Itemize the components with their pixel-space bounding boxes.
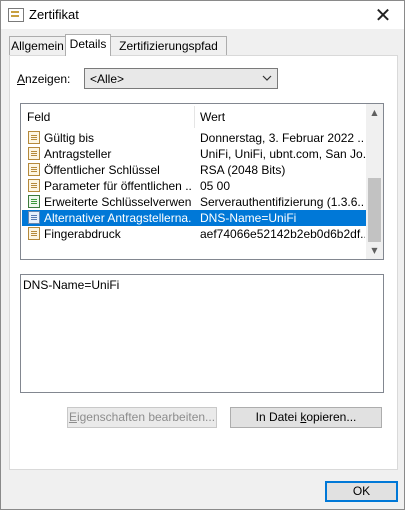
close-icon[interactable]: ✕ [368,2,398,28]
field-name: Alternativer Antragstellerna... [44,211,192,225]
show-label: Anzeigen: [17,72,71,86]
scroll-down-icon[interactable]: ▼ [366,242,383,259]
list-item[interactable]: Parameter für öffentlichen ... 05 00 [22,178,367,194]
field-value: Serverauthentifizierung (1.3.6.... [200,195,365,209]
list-scrollbar[interactable]: ▲ ▼ [366,104,383,259]
tab-details[interactable]: Details [65,34,111,56]
field-name: Gültig bis [44,131,95,145]
list-item[interactable]: Fingerabdruck aef74066e52142b2eb0d6b2df.… [22,226,367,242]
detail-textbox[interactable]: DNS-Name=UniFi [20,274,384,393]
certificate-window: Zertifikat ✕ Allgemein Details Zertifizi… [0,0,405,510]
field-value: DNS-Name=UniFi [200,211,297,225]
column-header-value[interactable]: Wert [200,104,225,130]
chevron-down-icon [262,75,272,81]
field-list[interactable]: Feld Wert Gültig bis Donnerstag, 3. Febr… [20,103,384,260]
field-value: Donnerstag, 3. Februar 2022 ... [200,131,365,145]
tab-certification-path[interactable]: Zertifizierungspfad [110,36,227,55]
column-separator[interactable] [194,106,195,128]
edit-properties-button[interactable]: Eigenschaften bearbeiten... [67,407,217,428]
field-name: Antragsteller [44,147,112,161]
scroll-thumb[interactable] [368,178,381,242]
window-title: Zertifikat [29,7,79,22]
list-item-selected[interactable]: Alternativer Antragstellerna... DNS-Name… [22,210,367,226]
tab-general[interactable]: Allgemein [9,36,66,55]
certificate-field-icon [28,179,40,192]
certificate-field-icon [28,227,40,240]
certificate-field-icon [28,163,40,176]
field-name: Fingerabdruck [44,227,121,241]
field-value: aef74066e52142b2eb0d6b2df... [200,227,365,241]
ok-button[interactable]: OK [325,481,398,502]
column-header-field[interactable]: Feld [27,104,50,130]
field-name: Parameter für öffentlichen ... [44,179,192,193]
list-item[interactable]: Antragsteller UniFi, UniFi, ubnt.com, Sa… [22,146,367,162]
field-name: Erweiterte Schlüsselverwen... [44,195,192,209]
certificate-icon [8,8,24,22]
show-dropdown[interactable]: <Alle> [84,68,278,89]
certificate-field-icon [28,131,40,144]
title-bar: Zertifikat ✕ [1,1,404,29]
extension-field-icon [28,211,40,224]
field-name: Öffentlicher Schlüssel [44,163,160,177]
show-dropdown-value: <Alle> [90,72,125,86]
certificate-field-icon [28,147,40,160]
list-item[interactable]: Erweiterte Schlüsselverwen... Serverauth… [22,194,367,210]
list-item[interactable]: Öffentlicher Schlüssel RSA (2048 Bits) [22,162,367,178]
scroll-up-icon[interactable]: ▲ [366,104,383,121]
list-item[interactable]: Gültig bis Donnerstag, 3. Februar 2022 .… [22,130,367,146]
extension-field-icon [28,195,40,208]
detail-text: DNS-Name=UniFi [23,278,120,292]
copy-to-file-button[interactable]: In Datei kopieren... [230,407,382,428]
field-value: 05 00 [200,179,231,193]
field-value: RSA (2048 Bits) [200,163,286,177]
field-value: UniFi, UniFi, ubnt.com, San Jo... [200,147,365,161]
